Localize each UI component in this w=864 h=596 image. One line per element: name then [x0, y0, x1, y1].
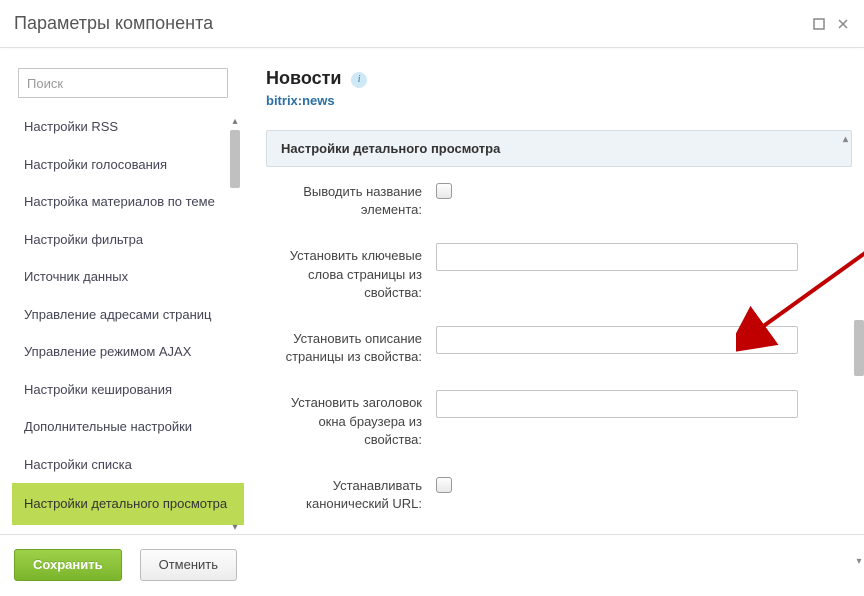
sidebar-item-caching[interactable]: Настройки кеширования	[12, 371, 244, 409]
checkbox-set-canonical[interactable]	[436, 477, 452, 493]
row-show-element-name: Выводить название элемента:	[266, 179, 846, 219]
scroll-up-icon[interactable]: ▴	[228, 114, 242, 128]
dialog-footer: Сохранить Отменить	[0, 534, 864, 594]
content-scroll-thumb[interactable]	[854, 320, 864, 376]
scroll-thumb[interactable]	[230, 130, 240, 188]
info-icon[interactable]: i	[351, 72, 367, 88]
form-area: Выводить название элемента: Установить к…	[266, 167, 852, 513]
content-scrollbar[interactable]: ▾	[852, 190, 864, 568]
dialog-header: Параметры компонента	[0, 0, 864, 48]
section-header[interactable]: Настройки детального просмотра ▴	[266, 130, 852, 167]
input-set-description[interactable]	[436, 326, 798, 354]
row-set-canonical: Устанавливать канонический URL:	[266, 473, 846, 513]
label-set-browser-title: Установить заголовок окна браузера из св…	[266, 390, 436, 449]
sidebar-item-voting[interactable]: Настройки голосования	[12, 146, 244, 184]
row-set-description: Установить описание страницы из свойства…	[266, 326, 846, 366]
row-set-keywords: Установить ключевые слова страницы из св…	[266, 243, 846, 302]
content-pane: Новости i bitrix:news Настройки детально…	[244, 60, 864, 534]
label-show-element-name: Выводить название элемента:	[266, 179, 436, 219]
sidebar-nav: Настройки RSS Настройки голосования Наст…	[12, 106, 244, 534]
sidebar-item-additional[interactable]: Дополнительные настройки	[12, 408, 244, 446]
sidebar-item-ajax[interactable]: Управление режимом AJAX	[12, 333, 244, 371]
sidebar-scrollbar[interactable]: ▴ ▾	[228, 114, 242, 534]
sidebar: Настройки RSS Настройки голосования Наст…	[12, 60, 244, 534]
section-title: Настройки детального просмотра	[281, 141, 500, 156]
component-title: Новости	[266, 68, 341, 89]
sidebar-item-datasource[interactable]: Источник данных	[12, 258, 244, 296]
checkbox-show-element-name[interactable]	[436, 183, 452, 199]
save-button[interactable]: Сохранить	[14, 549, 122, 581]
row-set-browser-title: Установить заголовок окна браузера из св…	[266, 390, 846, 449]
close-icon[interactable]	[836, 17, 850, 31]
maximize-icon[interactable]	[812, 17, 826, 31]
section-scroll-up-icon[interactable]: ▴	[843, 134, 848, 145]
sidebar-item-detail[interactable]: Настройки детального просмотра	[12, 483, 244, 525]
scroll-down-icon[interactable]: ▾	[228, 520, 242, 534]
dialog-title: Параметры компонента	[14, 13, 213, 34]
label-set-keywords: Установить ключевые слова страницы из св…	[266, 243, 436, 302]
content-scroll-down-icon[interactable]: ▾	[852, 554, 864, 568]
sidebar-item-rss[interactable]: Настройки RSS	[12, 108, 244, 146]
window-controls	[812, 17, 850, 31]
component-code: bitrix:news	[266, 93, 852, 108]
sidebar-item-list[interactable]: Настройки списка	[12, 446, 244, 484]
sidebar-item-filter[interactable]: Настройки фильтра	[12, 221, 244, 259]
label-set-canonical: Устанавливать канонический URL:	[266, 473, 436, 513]
sidebar-item-urls[interactable]: Управление адресами страниц	[12, 296, 244, 334]
label-set-description: Установить описание страницы из свойства…	[266, 326, 436, 366]
sidebar-item-related[interactable]: Настройка материалов по теме	[12, 183, 244, 221]
input-set-browser-title[interactable]	[436, 390, 798, 418]
cancel-button[interactable]: Отменить	[140, 549, 237, 581]
input-set-keywords[interactable]	[436, 243, 798, 271]
search-input[interactable]	[18, 68, 228, 98]
